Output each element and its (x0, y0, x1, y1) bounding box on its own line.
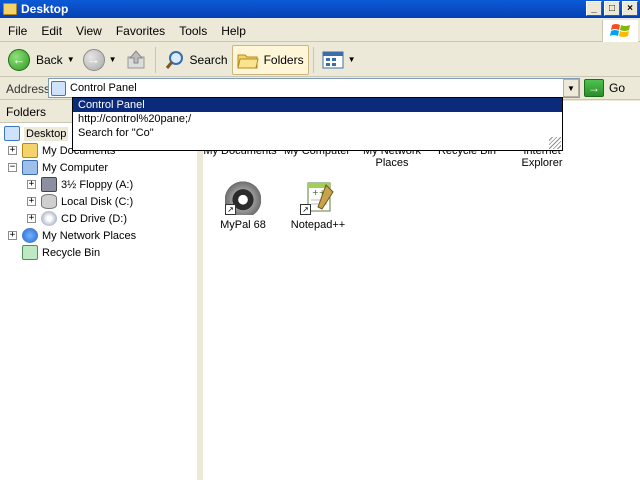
folders-pane-title: Folders (6, 104, 47, 119)
tree-item-my-computer[interactable]: − My Computer (8, 159, 108, 176)
network-places-icon (22, 228, 38, 243)
menu-help[interactable]: Help (214, 24, 253, 38)
floppy-icon (41, 177, 57, 192)
close-button[interactable]: × (622, 1, 638, 16)
shortcut-arrow-icon: ↗ (225, 204, 236, 215)
menu-favorites[interactable]: Favorites (109, 24, 172, 38)
window-title: Desktop (21, 2, 69, 16)
desktop-item-label: MyPal 68 (220, 219, 266, 231)
menu-file[interactable]: File (0, 24, 34, 38)
menu-tools[interactable]: Tools (172, 24, 214, 38)
tree-item-label: My Computer (42, 161, 109, 174)
window-controls: _ □ × (586, 1, 638, 16)
expand-toggle[interactable]: + (8, 146, 17, 155)
search-label: Search (189, 52, 228, 67)
menu-bar: File Edit View Favorites Tools Help (0, 20, 640, 42)
tree-item-label: Desktop (24, 126, 69, 141)
tree-item-floppy[interactable]: + 3½ Floppy (A:) (27, 176, 133, 193)
address-combobox[interactable]: ▼ (48, 78, 580, 98)
folders-icon (236, 54, 259, 68)
back-label: Back (36, 52, 63, 67)
tree-item-cd-drive[interactable]: + CD Drive (D:) (27, 210, 127, 227)
recycle-bin-icon (22, 245, 38, 260)
desktop-item-notepad-plus-plus[interactable]: ++ ↗ Notepad++ (282, 181, 354, 231)
desktop-item-label-line2: Explorer (521, 157, 563, 169)
toolbar-separator (154, 46, 156, 73)
expand-toggle[interactable]: + (27, 197, 36, 206)
mypal-raccoon-icon: ↗ (225, 181, 261, 215)
tree-item-label: 3½ Floppy (A:) (61, 178, 134, 191)
collapse-toggle[interactable]: − (8, 163, 17, 172)
go-arrow-icon: → (584, 79, 604, 97)
expand-toggle[interactable]: + (27, 180, 36, 189)
forward-button[interactable]: → ▼ (79, 45, 121, 75)
content-pane: My Documents My Computer My Network Plac… (203, 101, 640, 480)
maximize-button[interactable]: □ (604, 1, 620, 16)
folders-label: Folders (263, 52, 304, 67)
folders-button[interactable]: Folders (231, 44, 309, 75)
minimize-button[interactable]: _ (586, 1, 602, 16)
desktop-icon (4, 126, 20, 141)
expand-toggle[interactable]: + (8, 231, 17, 240)
back-button[interactable]: ← Back ▼ (4, 45, 79, 75)
menu-edit[interactable]: Edit (34, 24, 69, 38)
desktop-item-mypal[interactable]: ↗ MyPal 68 (207, 181, 279, 231)
folders-pane: Folders Desktop + My Documents − My Comp… (0, 101, 200, 480)
up-folder-icon (127, 49, 145, 68)
folder-icon (3, 3, 17, 15)
tree-item-recycle-bin[interactable]: Recycle Bin (22, 244, 100, 261)
resize-grip-icon[interactable] (549, 137, 561, 149)
forward-arrow-icon: → (82, 48, 105, 71)
control-panel-icon (51, 80, 66, 96)
views-icon (322, 51, 344, 68)
tree-item-label: My Network Places (42, 229, 137, 242)
back-dropdown-icon[interactable]: ▼ (67, 55, 75, 64)
autocomplete-item[interactable]: Search for "Co" (73, 126, 562, 140)
tree-item-network-places[interactable]: + My Network Places (8, 227, 136, 244)
menu-view[interactable]: View (69, 24, 109, 38)
title-bar: Desktop _ □ × (0, 0, 640, 18)
go-label: Go (609, 81, 626, 95)
address-input[interactable] (70, 80, 563, 96)
up-folder-button[interactable] (121, 45, 151, 75)
tree-item-label: CD Drive (D:) (61, 212, 127, 225)
forward-dropdown-icon[interactable]: ▼ (109, 55, 117, 64)
back-arrow-icon: ← (8, 48, 30, 71)
autocomplete-item[interactable]: http://control%20pane;/ (73, 112, 562, 126)
tree-item-local-disk[interactable]: + Local Disk (C:) (27, 193, 133, 210)
search-button[interactable]: Search (160, 45, 232, 75)
desktop-item-label-line2: Places (375, 157, 409, 169)
notepad-plus-plus-icon: ++ ↗ (300, 181, 336, 215)
address-autocomplete-list: Control Panel http://control%20pane;/ Se… (72, 97, 563, 151)
cd-drive-icon (41, 211, 57, 226)
my-computer-icon (22, 160, 38, 175)
desktop-item-label: Notepad++ (290, 219, 346, 231)
windows-logo-icon (602, 20, 638, 42)
tree-item-desktop[interactable]: Desktop (4, 125, 69, 142)
tree-item-label: Recycle Bin (42, 246, 101, 259)
search-icon (165, 50, 183, 69)
tree-item-label: Local Disk (C:) (61, 195, 134, 208)
go-button[interactable]: → Go (584, 79, 625, 97)
toolbar: ← Back ▼ → ▼ Search Folders ▼ (0, 43, 640, 77)
shortcut-arrow-icon: ↗ (300, 204, 311, 215)
toolbar-separator (312, 46, 314, 73)
address-dropdown-button[interactable]: ▼ (563, 79, 579, 97)
local-disk-icon (41, 194, 57, 209)
autocomplete-item[interactable]: Control Panel (73, 98, 562, 112)
address-label: Address (6, 81, 51, 96)
views-button[interactable]: ▼ (318, 45, 360, 75)
views-dropdown-icon[interactable]: ▼ (348, 55, 356, 64)
my-documents-icon (22, 143, 38, 158)
expand-toggle[interactable]: + (27, 214, 36, 223)
